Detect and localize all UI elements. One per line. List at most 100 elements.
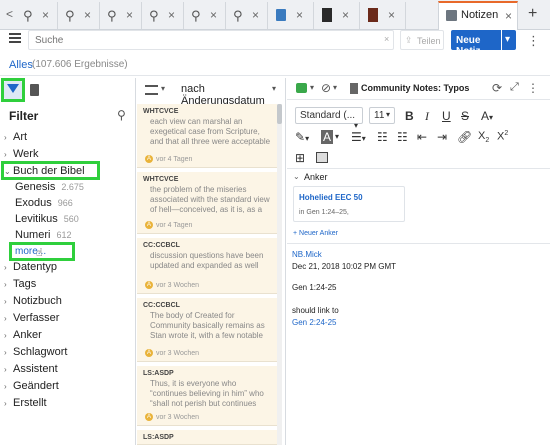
close-icon[interactable]: ×	[252, 8, 259, 22]
anchor-title[interactable]: Hohelied EEC 50	[299, 193, 363, 202]
bold-button[interactable]: B	[405, 109, 414, 123]
close-icon[interactable]: ×	[168, 8, 175, 22]
book-levitikus[interactable]: Levitikus 560	[15, 213, 79, 225]
close-icon[interactable]: ×	[84, 8, 91, 22]
tab-notizen[interactable]: Notizen ×	[438, 1, 518, 30]
font-size-select[interactable]: 11 ▾	[369, 107, 395, 124]
view-mode-icon[interactable]	[145, 85, 158, 95]
note-card[interactable]: LS:ASDP	[137, 430, 277, 445]
filter-item-werk[interactable]: › Werk	[4, 148, 38, 160]
close-icon[interactable]: ×	[42, 8, 49, 22]
scrollbar[interactable]	[277, 104, 282, 445]
book-numeri[interactable]: Numeri 612	[15, 229, 71, 241]
add-tab-button[interactable]: +	[528, 5, 537, 23]
align-button[interactable]: ☰▾	[351, 130, 366, 144]
outdent-button[interactable]: ⇤	[417, 130, 427, 144]
tab-search-4[interactable]: ⚲ ×	[142, 2, 184, 29]
filter-item-schlagwort[interactable]: › Schlagwort	[4, 346, 67, 358]
more-options-icon[interactable]: ⋮	[527, 33, 540, 49]
notebook-selector[interactable]: Community Notes: Typos	[361, 83, 469, 93]
new-note-button[interactable]: Neue Notiz	[451, 30, 501, 57]
image-icon[interactable]	[316, 152, 328, 163]
close-icon[interactable]: ×	[342, 8, 349, 22]
note-date: Dec 21, 2018 10:02 PM GMT	[292, 262, 397, 271]
sync-icon[interactable]: ⟳	[492, 81, 502, 95]
chevron-down-icon[interactable]: ▾	[161, 84, 165, 93]
table-icon[interactable]: ⊞	[295, 151, 305, 165]
chevron-down-icon[interactable]: ⌄	[293, 172, 300, 181]
link-icon[interactable]: 🔗︎	[457, 130, 472, 144]
filter-item-erstellt[interactable]: › Erstellt	[4, 397, 47, 409]
filter-item-geaendert[interactable]: › Geändert	[4, 380, 59, 392]
new-note-dropdown[interactable]: ▾	[502, 30, 516, 50]
note-link[interactable]: Gen 2:24-25	[292, 318, 336, 327]
close-icon[interactable]: ×	[296, 8, 303, 22]
search-input[interactable]	[28, 30, 394, 50]
highlight-box	[1, 161, 100, 180]
close-icon[interactable]: ×	[388, 8, 395, 22]
tab-search-3[interactable]: ⚲ ×	[100, 2, 142, 29]
tab-book-2[interactable]: ×	[360, 2, 406, 29]
book-genesis[interactable]: Genesis 2.675	[15, 181, 84, 193]
note-card[interactable]: CC:CCBCL discussion questions have been …	[137, 238, 277, 294]
search-icon: ⚲	[233, 8, 243, 23]
note-text: should link to	[292, 306, 339, 315]
indent-button[interactable]: ⇥	[437, 130, 447, 144]
underline-button[interactable]: U	[442, 109, 451, 123]
filter-item-datentyp[interactable]: › Datentyp	[4, 261, 57, 273]
more-options-icon[interactable]: ⋮	[527, 81, 539, 95]
superscript-button[interactable]: X2	[497, 130, 508, 143]
tab-search-6[interactable]: ⚲ ×	[226, 2, 268, 29]
notebook-icon[interactable]	[30, 84, 39, 96]
notes-icon	[446, 10, 457, 21]
numbered-list-button[interactable]: ☷	[397, 130, 408, 144]
filter-item-assistent[interactable]: › Assistent	[4, 363, 58, 375]
expand-icon[interactable]: ⤢	[510, 81, 519, 94]
toolbar: × ⇪ Teilen Neue Notiz ▾ ⋮	[0, 30, 550, 57]
filter-item-notizbuch[interactable]: › Notizbuch	[4, 295, 62, 307]
tab-search-5[interactable]: ⚲ ×	[184, 2, 226, 29]
tab-search-2[interactable]: ⚲ ×	[58, 2, 100, 29]
note-card[interactable]: WHTCVCE the problem of the miseries asso…	[137, 172, 277, 234]
filter-item-art[interactable]: › Art	[4, 131, 27, 143]
highlight-button[interactable]: ✎▾	[295, 130, 309, 144]
note-card[interactable]: WHTCVCE each view can marshal an exegeti…	[137, 104, 277, 168]
clear-search-icon[interactable]: ×	[384, 34, 389, 44]
italic-button[interactable]: I	[425, 109, 429, 124]
filter-item-tags[interactable]: › Tags	[4, 278, 36, 290]
highlight-box	[9, 242, 75, 261]
text-background-button[interactable]: A	[321, 130, 334, 144]
filter-item-anker[interactable]: › Anker	[4, 329, 42, 341]
visibility-icon[interactable]: ⊘	[321, 81, 331, 95]
chevron-down-icon[interactable]: ▾	[272, 84, 276, 93]
tab-search-1[interactable]: ⚲ ×	[16, 2, 58, 29]
note-card[interactable]: LS:ASDP Thus, it is everyone who “contin…	[137, 366, 277, 426]
tab-book-1[interactable]: ×	[314, 2, 360, 29]
style-select[interactable]: Standard (... ▾	[295, 107, 363, 130]
note-color-icon[interactable]	[296, 83, 307, 93]
subscript-button[interactable]: X2	[478, 130, 489, 144]
new-anchor-link[interactable]: + Neuer Anker	[293, 230, 338, 237]
strikethrough-button[interactable]: S	[461, 109, 469, 123]
close-icon[interactable]: ×	[210, 8, 217, 22]
menu-icon[interactable]	[9, 33, 21, 43]
close-icon[interactable]: ×	[505, 9, 512, 23]
filter-item-verfasser[interactable]: › Verfasser	[4, 312, 59, 324]
all-results-link[interactable]: Alles	[9, 59, 33, 71]
note-author[interactable]: NB.Mick	[292, 250, 322, 259]
chevron-down-icon: ▾	[385, 110, 390, 119]
divider	[287, 243, 550, 244]
chevron-down-icon[interactable]: ▾	[333, 83, 337, 92]
tab-library[interactable]: ×	[268, 2, 314, 29]
chevron-down-icon[interactable]: ▾	[310, 83, 314, 92]
note-card[interactable]: CC:CCBCL The body of Created for Communi…	[137, 298, 277, 362]
font-color-button[interactable]: A▾	[481, 109, 493, 123]
share-button[interactable]: ⇪ Teilen	[400, 30, 444, 50]
tabs-back-button[interactable]: <	[6, 7, 13, 21]
book-exodus[interactable]: Exodus 966	[15, 197, 73, 209]
bulleted-list-button[interactable]: ☷	[377, 130, 388, 144]
notebook-icon	[350, 83, 358, 94]
filter-search-icon[interactable]: ⚲	[117, 108, 126, 122]
close-icon[interactable]: ×	[126, 8, 133, 22]
anchor-card[interactable]: Hohelied EEC 50 in Gen 1:24–25,	[293, 186, 405, 222]
